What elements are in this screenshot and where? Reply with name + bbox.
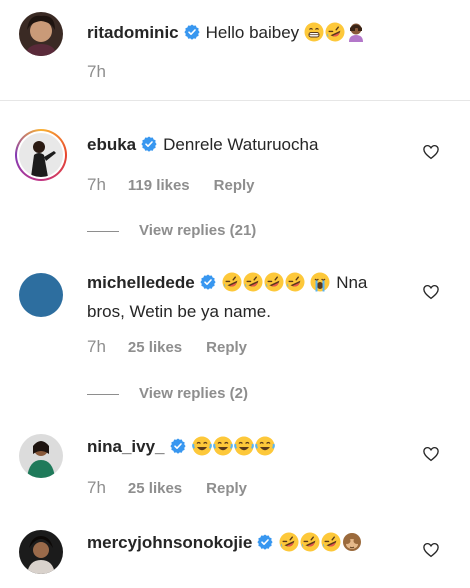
grin-emoji-icon	[304, 22, 324, 42]
comment-body: ritadominic Hello baibey	[87, 20, 418, 49]
username[interactable]: michelledede	[87, 273, 195, 292]
avatar	[19, 133, 63, 177]
like-count[interactable]: 25 likes	[128, 339, 182, 356]
view-replies-label: View replies (21)	[139, 222, 257, 239]
joy-emoji-icon	[192, 436, 212, 456]
comment-text: Hello baibey	[205, 23, 300, 42]
username[interactable]: mercyjohnsonokojie	[87, 533, 252, 552]
timestamp[interactable]: 7h	[87, 478, 106, 497]
see-no-evil-emoji-icon	[342, 532, 362, 552]
rofl-emoji-icon	[325, 22, 345, 42]
view-replies-button[interactable]: View replies (21)	[87, 222, 256, 239]
rofl-emoji-icon	[279, 532, 299, 552]
reply-button[interactable]: Reply	[206, 339, 247, 356]
top-comment: ritadominic Hello baibey 7h	[0, 0, 470, 100]
verified-badge-icon	[170, 438, 186, 454]
joy-emoji-icon	[255, 436, 275, 456]
comment-meta: 7h 25 likes Reply	[87, 478, 247, 498]
comment-meta: 7h	[87, 62, 128, 82]
divider-dash	[87, 230, 119, 232]
verified-badge-icon	[200, 274, 216, 290]
verified-badge-icon	[257, 534, 273, 550]
verified-badge-icon	[184, 24, 200, 40]
comment-text: Denrele Waturuocha	[163, 135, 319, 154]
avatar-image	[19, 434, 63, 478]
timestamp[interactable]: 7h	[87, 62, 106, 81]
comment-text: Nna	[336, 273, 368, 292]
divider-dash	[87, 393, 119, 395]
reply-button[interactable]: Reply	[214, 177, 255, 194]
comment-body: ebuka Denrele Waturuocha	[87, 132, 418, 157]
comment-body: mercyjohnsonokojie	[87, 530, 418, 559]
rofl-emoji-icon	[321, 532, 341, 552]
facepalm-emoji-icon	[346, 22, 366, 42]
avatar-image	[19, 273, 63, 317]
username[interactable]: ebuka	[87, 135, 136, 154]
crying-emoji-icon	[310, 272, 330, 292]
emoji-group	[304, 22, 367, 49]
comment-meta: 7h 25 likes Reply	[87, 337, 247, 357]
story-ring[interactable]	[15, 129, 67, 181]
reply-button[interactable]: Reply	[206, 480, 247, 497]
timestamp[interactable]: 7h	[87, 175, 106, 194]
verified-badge-icon	[141, 136, 157, 152]
emoji-group	[279, 532, 363, 559]
like-heart-icon[interactable]	[422, 445, 440, 463]
timestamp[interactable]: 7h	[87, 337, 106, 356]
comment-body: nina_ivy_	[87, 434, 418, 463]
avatar-image	[19, 133, 63, 177]
rofl-emoji-icon	[243, 272, 263, 292]
avatar[interactable]	[19, 530, 63, 574]
like-heart-icon[interactable]	[422, 541, 440, 559]
emoji-group	[222, 272, 332, 299]
comment-text-line2: bros, Wetin be ya name.	[87, 302, 271, 321]
view-replies-button[interactable]: View replies (2)	[87, 385, 248, 402]
view-replies-label: View replies (2)	[139, 385, 248, 402]
emoji-group	[192, 436, 276, 463]
avatar-image	[19, 12, 63, 56]
avatar[interactable]	[19, 273, 63, 317]
rofl-emoji-icon	[264, 272, 284, 292]
rofl-emoji-icon	[222, 272, 242, 292]
avatar-image	[19, 530, 63, 574]
like-count[interactable]: 25 likes	[128, 480, 182, 497]
avatar[interactable]	[19, 12, 63, 56]
divider	[0, 100, 470, 101]
rofl-emoji-icon	[300, 532, 320, 552]
comment-meta: 7h 119 likes Reply	[87, 175, 255, 195]
username[interactable]: nina_ivy_	[87, 437, 165, 456]
like-heart-icon[interactable]	[422, 283, 440, 301]
joy-emoji-icon	[213, 436, 233, 456]
like-count[interactable]: 119 likes	[128, 177, 190, 194]
username[interactable]: ritadominic	[87, 23, 179, 42]
rofl-emoji-icon	[285, 272, 305, 292]
avatar[interactable]	[19, 434, 63, 478]
like-heart-icon[interactable]	[422, 143, 440, 161]
comment-body: michelledede Nna bros, Wetin be ya name.	[87, 270, 418, 324]
joy-emoji-icon	[234, 436, 254, 456]
